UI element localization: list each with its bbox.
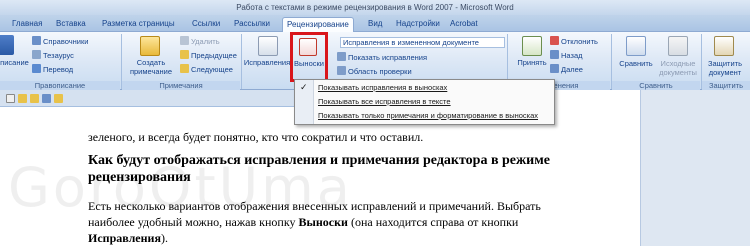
tab-mailings[interactable]: Рассылки bbox=[230, 17, 274, 32]
document-line: зеленого, и всегда будет понятно, кто чт… bbox=[88, 130, 424, 144]
new-document-icon[interactable] bbox=[6, 94, 15, 103]
track-changes-button[interactable]: Исправления bbox=[242, 58, 292, 67]
research-button[interactable]: Справочники bbox=[32, 36, 88, 47]
balloons-menu: ✓ Показывать исправления в выносках Пока… bbox=[294, 79, 555, 125]
previous-change-button[interactable]: Назад bbox=[550, 50, 583, 61]
group-compare-label: Сравнить bbox=[612, 81, 700, 90]
next-change-button[interactable]: Далее bbox=[550, 64, 583, 75]
ribbon-tabs: Главная Вставка Разметка страницы Ссылки… bbox=[0, 15, 750, 32]
folder-icon[interactable] bbox=[54, 94, 63, 103]
menu-item-show-revisions-in-balloons[interactable]: Показывать исправления в выносках bbox=[318, 81, 447, 94]
delete-comment-button[interactable]: Удалить bbox=[180, 36, 220, 47]
tab-references[interactable]: Ссылки bbox=[188, 17, 224, 32]
show-markup-button[interactable]: Показать исправления bbox=[337, 52, 427, 63]
balloons-highlight bbox=[290, 32, 328, 82]
reviewing-pane-icon bbox=[337, 66, 346, 75]
source-documents-button[interactable]: Исходные документы bbox=[658, 59, 698, 77]
menu-item-show-all-revisions-inline[interactable]: Показывать все исправления в тексте bbox=[318, 95, 451, 108]
new-comment-button[interactable]: Создать примечание bbox=[126, 58, 176, 76]
group-comments-label: Примечания bbox=[122, 81, 240, 90]
source-documents-icon bbox=[668, 36, 688, 56]
save-icon[interactable] bbox=[42, 94, 51, 103]
accept-icon bbox=[522, 36, 542, 56]
thesaurus-icon bbox=[32, 50, 41, 59]
new-comment-icon bbox=[140, 36, 160, 56]
next-change-icon bbox=[550, 64, 559, 73]
folder-icon[interactable] bbox=[30, 94, 39, 103]
spelling-button[interactable]: описание bbox=[0, 58, 29, 67]
document-paragraph-line: Есть несколько вариантов отображения вне… bbox=[88, 199, 541, 213]
window-title: Работа с текстами в режиме рецензировани… bbox=[0, 0, 750, 15]
book-icon bbox=[32, 36, 41, 45]
tab-page-layout[interactable]: Разметка страницы bbox=[98, 17, 179, 32]
reject-icon bbox=[550, 36, 559, 45]
compare-icon bbox=[626, 36, 646, 56]
protect-document-button[interactable]: Защитить документ bbox=[702, 59, 748, 77]
tab-review[interactable]: Рецензирование bbox=[282, 17, 354, 32]
document-margin-area bbox=[640, 90, 750, 246]
previous-change-icon bbox=[550, 50, 559, 59]
check-icon: ✓ bbox=[300, 82, 308, 92]
previous-comment-icon bbox=[180, 50, 189, 59]
previous-comment-button[interactable]: Предыдущее bbox=[180, 50, 237, 61]
tab-home[interactable]: Главная bbox=[8, 17, 46, 32]
quick-access-toolbar bbox=[0, 90, 300, 107]
tab-addins[interactable]: Надстройки bbox=[392, 17, 444, 32]
group-protect-label: Защитить bbox=[702, 81, 750, 90]
menu-item-show-only-comments-in-balloons[interactable]: Показывать только примечания и форматиро… bbox=[318, 109, 538, 122]
next-comment-button[interactable]: Следующее bbox=[180, 64, 233, 75]
open-folder-icon[interactable] bbox=[18, 94, 27, 103]
next-comment-icon bbox=[180, 64, 189, 73]
group-proofing-label: Правописание bbox=[0, 81, 120, 90]
reject-button[interactable]: Отклонить bbox=[550, 36, 598, 47]
spelling-icon bbox=[0, 35, 14, 55]
menu-gutter: ✓ bbox=[295, 80, 314, 124]
lock-icon bbox=[714, 36, 734, 56]
accept-button[interactable]: Принять bbox=[510, 58, 554, 67]
reviewing-pane-button[interactable]: Область проверки bbox=[337, 66, 412, 77]
thesaurus-button[interactable]: Тезаурус bbox=[32, 50, 74, 61]
tab-view[interactable]: Вид bbox=[364, 17, 386, 32]
document-paragraph-line: Исправления). bbox=[88, 231, 168, 245]
translate-button[interactable]: Перевод bbox=[32, 64, 73, 75]
display-for-review-dropdown[interactable]: Исправления в измененном документе bbox=[340, 37, 505, 48]
tab-insert[interactable]: Вставка bbox=[52, 17, 90, 32]
compare-button[interactable]: Сравнить bbox=[612, 59, 660, 68]
track-changes-icon bbox=[258, 36, 278, 56]
translate-icon bbox=[32, 64, 41, 73]
document-heading: Как будут отображаться исправления и при… bbox=[88, 153, 550, 185]
delete-icon bbox=[180, 36, 189, 45]
document-paragraph-line: наиболее удобный можно, нажав кнопку Вын… bbox=[88, 215, 519, 229]
show-markup-icon bbox=[337, 52, 346, 61]
tab-acrobat[interactable]: Acrobat bbox=[446, 17, 482, 32]
